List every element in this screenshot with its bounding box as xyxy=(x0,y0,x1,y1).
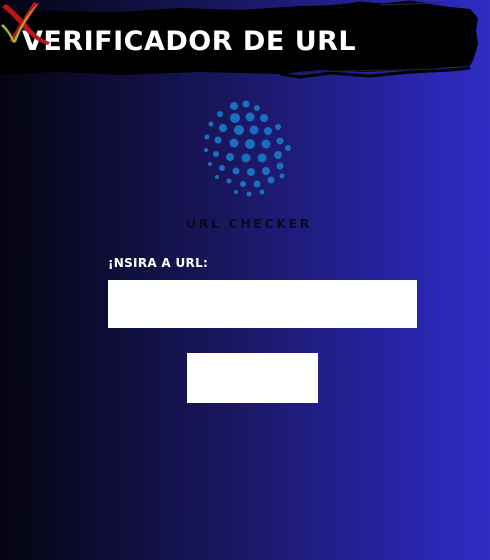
check-mark-icon xyxy=(1,2,40,43)
url-input[interactable] xyxy=(108,280,417,328)
dotted-globe-icon xyxy=(204,100,291,197)
check-url-button[interactable] xyxy=(187,353,318,403)
page-title: VERIFICADOR DE URL xyxy=(22,26,357,57)
logo-text: URL CHECKER xyxy=(186,216,312,231)
header-banner: VERIFICADOR DE URL xyxy=(0,0,490,80)
url-field-label: ¡NSIRA A URL: xyxy=(108,256,209,270)
